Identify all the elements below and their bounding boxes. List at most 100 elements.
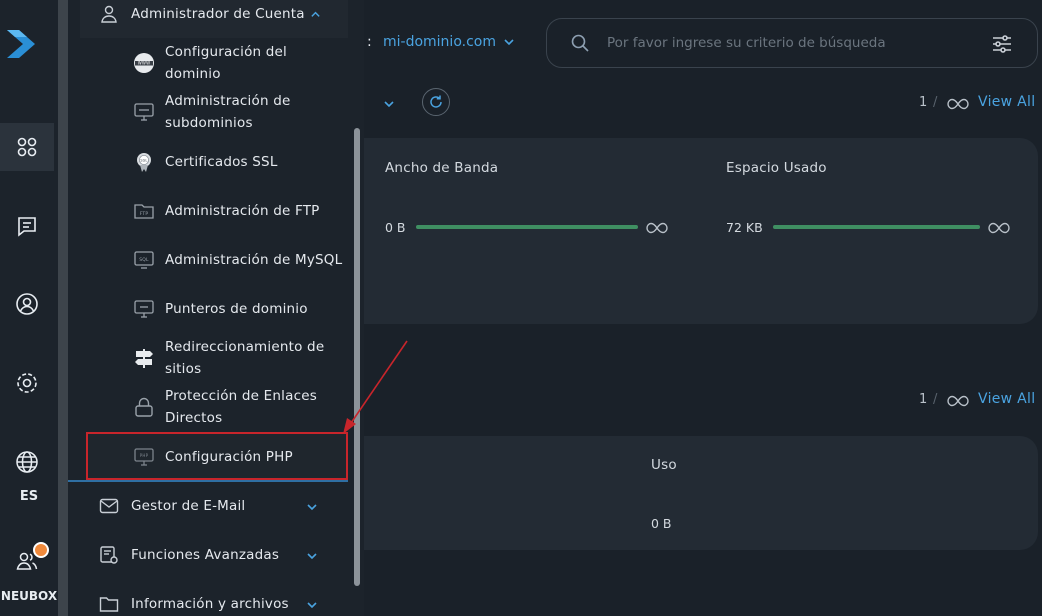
sub-item-php-config[interactable]: PHP Configuración PHP bbox=[132, 445, 352, 469]
settings-button[interactable] bbox=[0, 359, 54, 407]
space-used-label: Espacio Usado bbox=[726, 160, 827, 176]
sub-item-label: Administración de MySQL bbox=[165, 252, 343, 268]
infinity-icon bbox=[947, 98, 969, 110]
svg-text:FTP: FTP bbox=[140, 211, 149, 217]
notification-dot bbox=[33, 542, 49, 558]
space-used-value: 72 KB bbox=[726, 220, 763, 235]
signpost-icon bbox=[132, 346, 156, 370]
sub-item-mysql[interactable]: SQL Administración de MySQL bbox=[132, 248, 352, 272]
section-info-files[interactable]: Información y archivos bbox=[98, 593, 322, 615]
account-admin-label: Administrador de Cuenta bbox=[131, 6, 305, 22]
monitor-icon bbox=[132, 100, 156, 124]
neubox-logo-icon[interactable] bbox=[5, 26, 41, 62]
domain-name: mi-dominio.com bbox=[383, 34, 496, 50]
advanced-gear-icon bbox=[98, 544, 120, 566]
domain-selector[interactable]: mi-dominio.com bbox=[383, 34, 515, 50]
page-count: 1 bbox=[919, 95, 928, 110]
apps-grid-icon bbox=[17, 137, 37, 157]
rail-divider bbox=[58, 0, 68, 616]
section-label: Información y archivos bbox=[131, 596, 289, 612]
search-input[interactable]: Por favor ingrese su criterio de búsqued… bbox=[607, 35, 886, 51]
submenu-scrollbar[interactable] bbox=[354, 128, 360, 586]
sub-item-label: Configuración PHP bbox=[165, 449, 293, 465]
account-admin-header[interactable]: Administrador de Cuenta bbox=[98, 3, 321, 25]
app-window: ES NEUBOX Administrador de Cuenta WWW Co… bbox=[0, 0, 1042, 616]
sub-item-label: Redireccionamiento de sitios bbox=[165, 339, 325, 377]
infinity-icon bbox=[646, 222, 668, 234]
ssl-badge-icon: SSL bbox=[132, 150, 156, 174]
space-used-progress bbox=[773, 225, 980, 229]
submenu-panel: Administrador de Cuenta WWW Configuració… bbox=[68, 0, 364, 616]
domain-separator: : bbox=[367, 34, 372, 50]
chevron-down-icon[interactable] bbox=[305, 500, 319, 514]
chevron-down-icon[interactable] bbox=[383, 98, 395, 110]
usage-value: 0 B bbox=[651, 516, 672, 531]
chevron-up-icon bbox=[311, 11, 320, 17]
icon-rail: ES NEUBOX bbox=[0, 0, 58, 616]
apps-grid-button[interactable] bbox=[0, 123, 54, 171]
search-icon bbox=[571, 34, 589, 52]
lock-icon bbox=[132, 395, 156, 419]
mail-icon bbox=[98, 495, 120, 517]
bandwidth-progress-fill bbox=[416, 225, 638, 229]
gear-icon bbox=[17, 373, 37, 393]
chevron-down-icon bbox=[504, 39, 514, 46]
sub-item-hotlink-protection[interactable]: Protección de Enlaces Directos bbox=[132, 385, 352, 429]
person-icon bbox=[98, 3, 120, 25]
section-email[interactable]: Gestor de E-Mail bbox=[98, 495, 322, 517]
user-circle-icon bbox=[16, 293, 38, 315]
page-separator: / bbox=[933, 95, 938, 110]
monitor-icon bbox=[132, 297, 156, 321]
section-label: Funciones Avanzadas bbox=[131, 547, 280, 563]
sub-item-ftp[interactable]: FTP Administración de FTP bbox=[132, 199, 352, 223]
chevron-down-icon[interactable] bbox=[305, 549, 319, 563]
sub-item-redirects[interactable]: Redireccionamiento de sitios bbox=[132, 336, 352, 380]
svg-text:SQL: SQL bbox=[139, 257, 149, 263]
bandwidth-progress bbox=[416, 225, 638, 229]
sub-item-label: Protección de Enlaces Directos bbox=[165, 388, 317, 426]
sub-item-label: Certificados SSL bbox=[165, 154, 278, 170]
section-label: Gestor de E-Mail bbox=[131, 498, 246, 514]
folder-icon bbox=[98, 593, 120, 615]
filter-sliders-icon[interactable] bbox=[990, 32, 1014, 56]
refresh-icon bbox=[430, 95, 442, 108]
sub-item-subdomains[interactable]: Administración de subdominios bbox=[132, 90, 352, 134]
view-all-link[interactable]: View All bbox=[978, 391, 1035, 407]
sub-item-label: Administración de FTP bbox=[165, 203, 320, 219]
www-globe-icon: WWW bbox=[132, 51, 156, 75]
language-button[interactable] bbox=[0, 438, 54, 486]
php-monitor-icon: PHP bbox=[132, 445, 156, 469]
usage-column-header: Uso bbox=[651, 457, 677, 473]
sub-item-label: Punteros de dominio bbox=[165, 301, 308, 317]
sub-item-ssl[interactable]: SSL Certificados SSL bbox=[132, 150, 352, 174]
svg-text:SSL: SSL bbox=[140, 159, 147, 163]
profile-button[interactable] bbox=[0, 280, 54, 328]
user-label: NEUBOX bbox=[0, 589, 58, 603]
view-all-link[interactable]: View All bbox=[978, 94, 1035, 110]
usage-stats-card: Ancho de Banda 0 B Espacio Usado 72 KB bbox=[364, 138, 1038, 324]
svg-text:PHP: PHP bbox=[140, 453, 149, 458]
section-advanced[interactable]: Funciones Avanzadas bbox=[98, 544, 322, 566]
space-used-progress-fill bbox=[773, 225, 980, 229]
sub-item-label: Administración de subdominios bbox=[165, 93, 291, 131]
ftp-folder-icon: FTP bbox=[132, 199, 156, 223]
refresh-button[interactable] bbox=[422, 88, 450, 116]
page-count: 1 bbox=[919, 392, 928, 407]
messages-button[interactable] bbox=[0, 202, 54, 250]
infinity-icon bbox=[947, 395, 969, 407]
page-separator: / bbox=[933, 392, 938, 407]
language-label: ES bbox=[19, 489, 39, 504]
active-item-underline bbox=[68, 480, 348, 482]
chevron-down-icon[interactable] bbox=[305, 598, 319, 612]
bandwidth-value: 0 B bbox=[385, 220, 406, 235]
infinity-icon bbox=[988, 222, 1010, 234]
usage-table-card: Uso 0 B bbox=[364, 436, 1038, 550]
globe-icon bbox=[16, 451, 38, 473]
sub-item-domain-config[interactable]: WWW Configuración del dominio bbox=[132, 41, 352, 85]
sql-monitor-icon: SQL bbox=[132, 248, 156, 272]
sub-item-label: Configuración del dominio bbox=[165, 44, 287, 82]
search-bar[interactable]: Por favor ingrese su criterio de búsqued… bbox=[546, 18, 1038, 68]
sub-item-domain-pointers[interactable]: Punteros de dominio bbox=[132, 297, 352, 321]
bandwidth-label: Ancho de Banda bbox=[385, 160, 499, 176]
svg-text:WWW: WWW bbox=[138, 61, 150, 66]
